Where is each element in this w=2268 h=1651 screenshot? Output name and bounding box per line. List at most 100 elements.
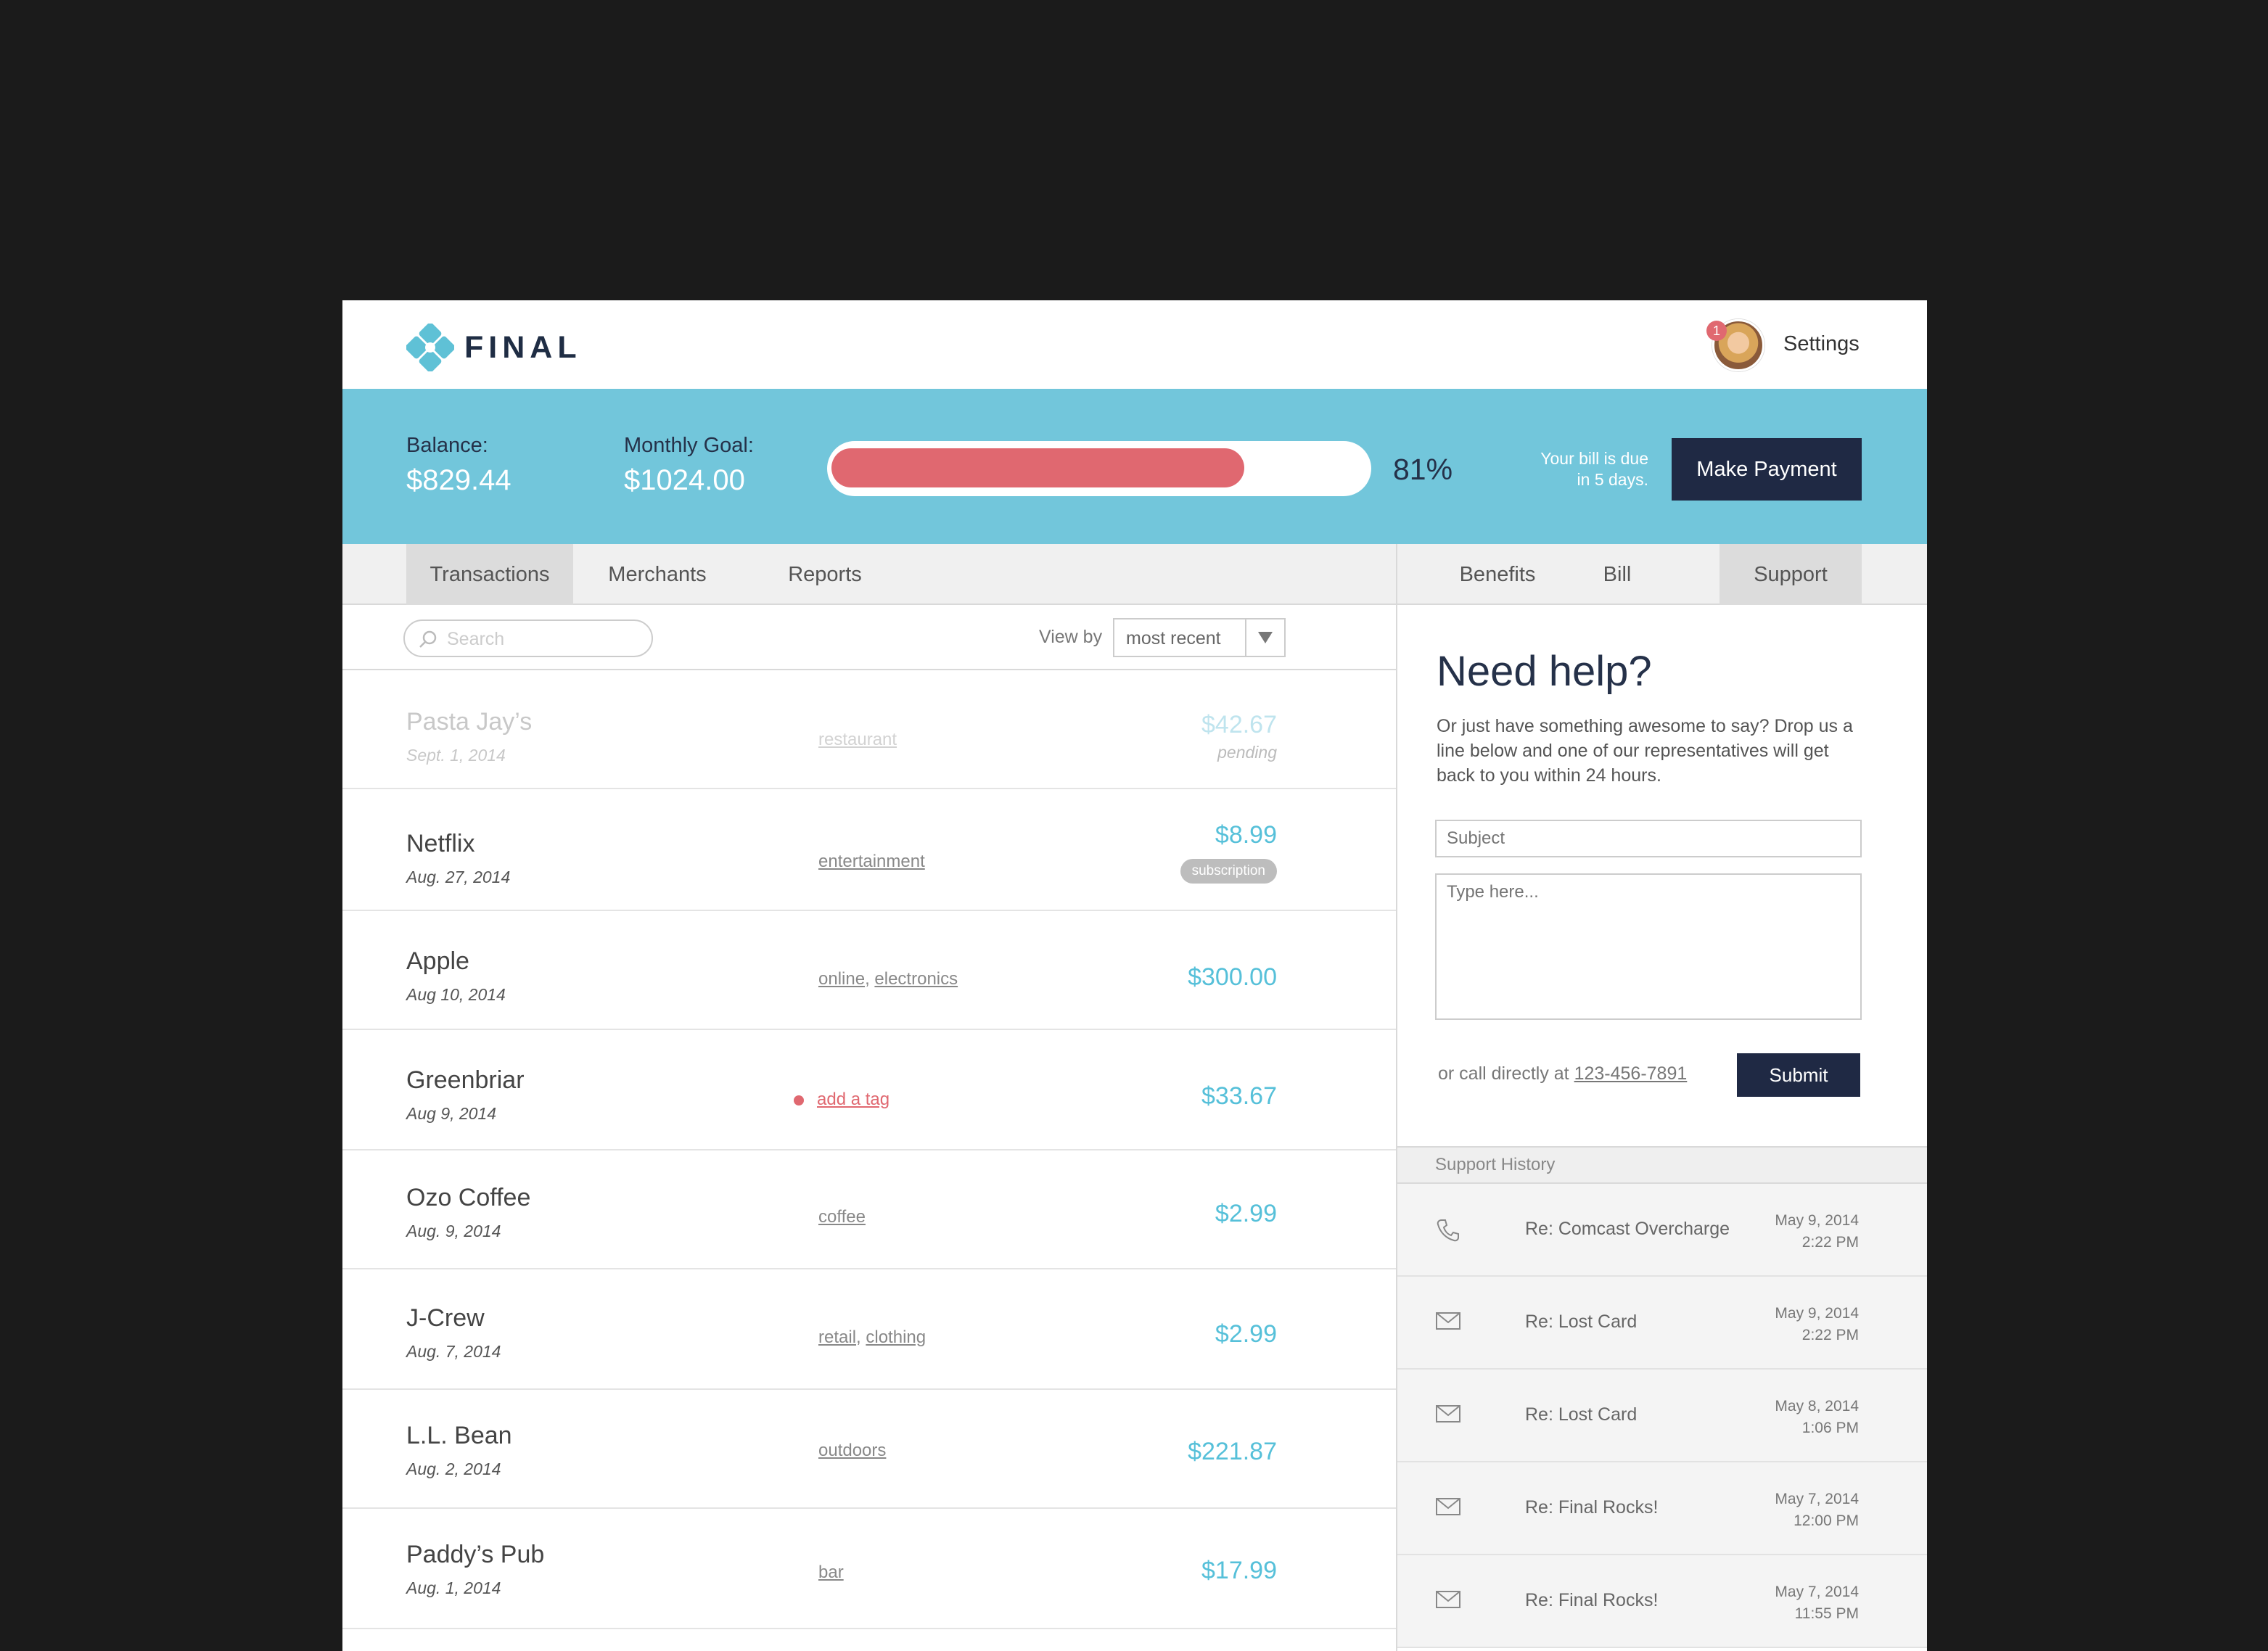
search-icon: [419, 630, 437, 648]
transaction-amount: $221.87: [1188, 1438, 1277, 1465]
mail-icon: [1436, 1498, 1460, 1515]
merchant-name: Ozo Coffee: [406, 1184, 531, 1211]
phone-link[interactable]: 123-456-7891: [1574, 1063, 1688, 1084]
help-description: Or just have something awesome to say? D…: [1437, 716, 1853, 786]
goal-percent: 81%: [1393, 453, 1453, 486]
transaction-amount: $17.99: [1201, 1557, 1277, 1584]
tag-link[interactable]: bar: [818, 1563, 844, 1582]
call-label: or call directly at: [1438, 1063, 1569, 1084]
support-date-day: May 7, 2014: [1775, 1584, 1859, 1600]
support-subject: Re: Final Rocks!: [1525, 1497, 1659, 1518]
logo[interactable]: FINAL: [406, 324, 582, 371]
tab-bill[interactable]: Bill: [1563, 544, 1672, 605]
support-history-item[interactable]: Re: Final Rocks! May 7, 2014 11:55 PM: [1397, 1555, 1927, 1648]
support-date-time: 12:00 PM: [1794, 1512, 1859, 1529]
transaction-amount: $42.67: [1201, 711, 1277, 738]
transaction-row[interactable]: Netflix Aug. 27, 2014 entertainment $8.9…: [342, 789, 1396, 911]
merchant-name: Netflix: [406, 830, 475, 857]
tab-reports[interactable]: Reports: [741, 544, 908, 605]
tag-link[interactable]: retail: [818, 1327, 856, 1347]
mail-icon: [1436, 1405, 1460, 1423]
support-history-item[interactable]: Re: Lost Card May 8, 2014 1:06 PM: [1397, 1370, 1927, 1462]
transaction-amount: $300.00: [1188, 963, 1277, 991]
balance-banner: Balance: $829.44 Monthly Goal: $1024.00 …: [342, 389, 1927, 544]
subject-field[interactable]: [1435, 820, 1862, 857]
tag-link[interactable]: outdoors: [818, 1441, 886, 1460]
logo-text: FINAL: [464, 329, 582, 365]
pending-status: pending: [1217, 743, 1277, 762]
tab-support[interactable]: Support: [1720, 544, 1862, 605]
tag-link[interactable]: online: [818, 969, 865, 989]
support-date-time: 2:22 PM: [1801, 1327, 1859, 1343]
logo-icon: [406, 324, 454, 371]
goal-label: Monthly Goal:: [624, 434, 754, 457]
transaction-date: Aug. 9, 2014: [406, 1222, 501, 1240]
support-history-label: Support History: [1435, 1155, 1556, 1174]
transaction-amount: $2.99: [1215, 1320, 1277, 1348]
settings-link[interactable]: Settings: [1783, 332, 1860, 356]
submit-button[interactable]: Submit: [1737, 1053, 1860, 1097]
chevron-down-icon: [1258, 632, 1273, 643]
tag-link[interactable]: coffee: [818, 1207, 866, 1227]
tab-bar: Transactions Merchants Reports Benefits …: [342, 544, 1927, 605]
dropdown-arrow[interactable]: [1245, 619, 1284, 656]
merchant-name: L.L. Bean: [406, 1422, 512, 1449]
support-date-day: May 9, 2014: [1775, 1212, 1859, 1229]
support-history-item[interactable]: Re: Comcast Overcharge May 9, 2014 2:22 …: [1397, 1184, 1927, 1277]
support-date: May 9, 2014 2:22 PM: [1775, 1210, 1859, 1253]
support-subject: Re: Lost Card: [1525, 1404, 1638, 1425]
support-date: May 7, 2014 12:00 PM: [1775, 1489, 1859, 1532]
balance-label: Balance:: [406, 434, 488, 457]
help-title: Need help?: [1437, 648, 1652, 695]
tab-transactions[interactable]: Transactions: [406, 544, 573, 605]
support-history-header: Support History: [1397, 1146, 1927, 1184]
mail-icon: [1436, 1591, 1460, 1608]
tag-link[interactable]: clothing: [866, 1327, 926, 1347]
call-text: or call directly at 123-456-7891: [1438, 1063, 1687, 1084]
transaction-date: Aug. 1, 2014: [406, 1578, 501, 1597]
tag-link[interactable]: restaurant: [818, 730, 897, 749]
merchant-name: Pasta Jay’s: [406, 708, 533, 736]
support-date-time: 2:22 PM: [1801, 1234, 1859, 1251]
view-by-select[interactable]: most recent: [1113, 618, 1286, 657]
support-subject: Re: Comcast Overcharge: [1525, 1219, 1730, 1239]
support-date-day: May 7, 2014: [1775, 1491, 1859, 1507]
support-date-day: May 9, 2014: [1775, 1305, 1859, 1322]
view-by-value: most recent: [1126, 628, 1221, 649]
support-history-item[interactable]: Re: Final Rocks! May 7, 2014 12:00 PM: [1397, 1462, 1927, 1555]
tab-benefits[interactable]: Benefits: [1432, 544, 1563, 605]
add-tag-link[interactable]: add a tag: [817, 1090, 889, 1109]
transaction-row[interactable]: J-Crew Aug. 7, 2014 retail, clothing $2.…: [342, 1269, 1396, 1390]
transaction-amount: $2.99: [1215, 1200, 1277, 1227]
transaction-date: Aug 9, 2014: [406, 1104, 497, 1123]
transaction-date: Aug. 27, 2014: [406, 868, 511, 886]
merchant-name: Apple: [406, 947, 469, 975]
transaction-row[interactable]: Paddy’s Pub Aug. 1, 2014 bar $17.99: [342, 1509, 1396, 1629]
transaction-row[interactable]: Ozo Coffee Aug. 9, 2014 coffee $2.99: [342, 1150, 1396, 1269]
phone-icon: [1437, 1219, 1459, 1242]
support-date: May 8, 2014 1:06 PM: [1775, 1396, 1859, 1439]
support-subject: Re: Lost Card: [1525, 1312, 1638, 1332]
mail-icon: [1436, 1312, 1460, 1330]
message-field[interactable]: [1435, 873, 1862, 1020]
tag-link[interactable]: electronics: [874, 969, 958, 989]
transaction-row[interactable]: L.L. Bean Aug. 2, 2014 outdoors $221.87: [342, 1390, 1396, 1509]
bill-due-text: Your bill is due in 5 days.: [1540, 449, 1648, 489]
support-subject: Re: Final Rocks!: [1525, 1590, 1659, 1610]
transaction-row[interactable]: Greenbriar Aug 9, 2014 add a tag $33.67: [342, 1030, 1396, 1150]
goal-value: $1024.00: [624, 464, 745, 496]
tab-merchants[interactable]: Merchants: [573, 544, 741, 605]
transaction-date: Sept. 1, 2014: [406, 746, 506, 765]
transaction-row[interactable]: Pasta Jay’s Sept. 1, 2014 restaurant $42…: [342, 670, 1396, 789]
search-input[interactable]: Search: [403, 619, 653, 657]
subscription-badge: subscription: [1180, 859, 1277, 884]
notification-badge[interactable]: 1: [1706, 321, 1727, 341]
make-payment-button[interactable]: Make Payment: [1672, 438, 1862, 501]
support-date-day: May 8, 2014: [1775, 1398, 1859, 1415]
transaction-row[interactable]: Apple Aug 10, 2014 online, electronics $…: [342, 911, 1396, 1030]
app-window: FINAL 1 Settings Balance: $829.44 Monthl…: [342, 300, 1927, 1651]
tag-link[interactable]: entertainment: [818, 852, 925, 871]
support-date-time: 11:55 PM: [1794, 1605, 1859, 1622]
untagged-indicator: [794, 1095, 804, 1106]
support-history-item[interactable]: Re: Lost Card May 9, 2014 2:22 PM: [1397, 1277, 1927, 1370]
